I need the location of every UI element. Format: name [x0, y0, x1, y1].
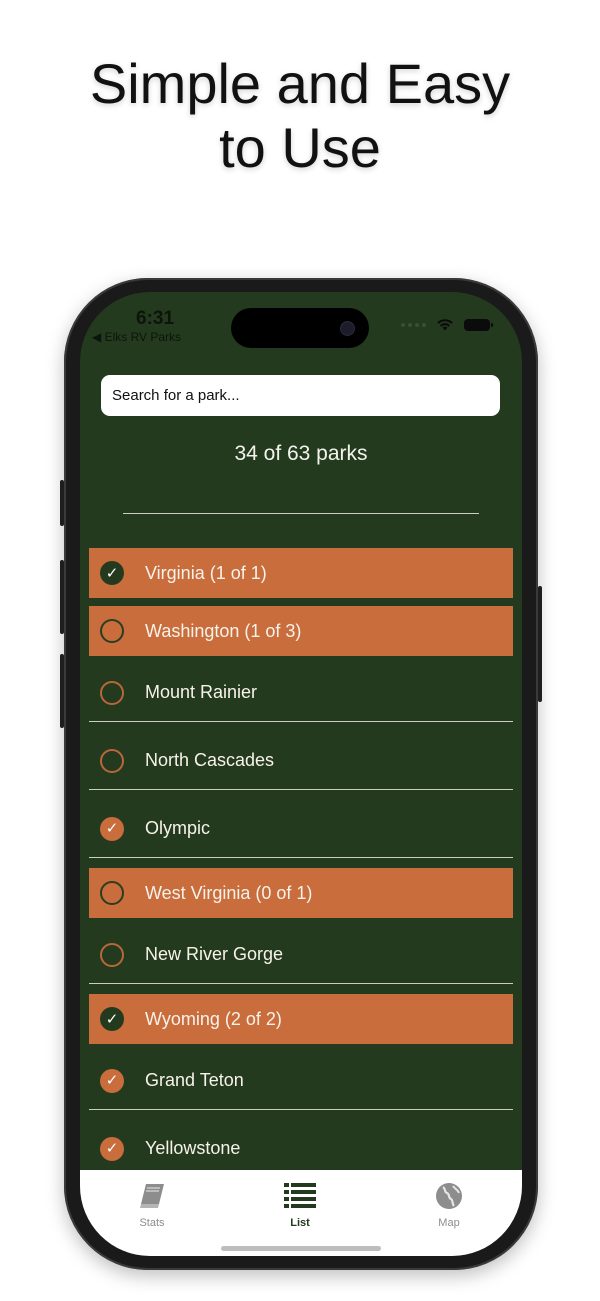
list-icon [284, 1183, 316, 1208]
tab-stats-label: Stats [139, 1217, 165, 1229]
globe-icon [436, 1183, 462, 1209]
unchecked-circle-icon[interactable] [100, 748, 124, 773]
camera-icon [340, 321, 355, 336]
parks-count: 34 of 63 parks [234, 442, 368, 465]
state-row-label: Virginia (1 of 1) [145, 562, 267, 583]
park-row-label: Grand Teton [145, 1070, 244, 1090]
park-row-label: Mount Rainier [145, 682, 258, 702]
tab-map-label: Map [438, 1217, 460, 1229]
park-row-label: North Cascades [145, 750, 275, 770]
tab-list[interactable]: List [260, 1182, 340, 1229]
park-row-label: New River Gorge [145, 944, 284, 964]
headline-line-1: Simple and Easy [89, 52, 511, 115]
battery-icon [464, 318, 493, 331]
state-row[interactable]: West Virginia (0 of 1) [89, 868, 513, 918]
status-time: 6:31 [136, 308, 175, 329]
park-row[interactable]: ✓ Grand Teton [89, 1052, 513, 1110]
park-row[interactable]: ✓ Olympic [89, 800, 513, 858]
volume-up-button [60, 560, 64, 634]
unchecked-circle-icon[interactable] [100, 881, 124, 905]
book-icon [140, 1184, 164, 1208]
park-row[interactable]: North Cascades [89, 732, 513, 790]
volume-down-button [60, 654, 64, 728]
phone-frame: 6:31 ◀ Elks RV Parks 34 of 63 parks ✓ Vir… [60, 278, 542, 1270]
signal-icon [401, 322, 426, 327]
marketing-headline: Simple and Easy to Use [0, 52, 600, 180]
search-input[interactable] [101, 375, 500, 416]
app-screen: 6:31 ◀ Elks RV Parks 34 of 63 parks ✓ Vir… [80, 292, 522, 1256]
power-button [538, 586, 542, 702]
park-row[interactable]: Mount Rainier [89, 664, 513, 722]
state-row[interactable]: Washington (1 of 3) [89, 606, 513, 656]
state-row-label: Washington (1 of 3) [145, 620, 302, 641]
park-row-label: Yellowstone [145, 1138, 241, 1158]
park-list: ✓ Virginia (1 of 1) Washington (1 of 3) Mou… [89, 548, 513, 1188]
tab-bar: Stats List Map [80, 1170, 522, 1256]
unchecked-circle-icon[interactable] [100, 680, 124, 705]
park-row[interactable]: New River Gorge [89, 926, 513, 984]
status-icons [401, 318, 493, 331]
checkmark-icon[interactable]: ✓ [100, 561, 124, 585]
tab-stats[interactable]: Stats [112, 1182, 192, 1229]
action-button [60, 480, 64, 526]
state-row-label: Wyoming (2 of 2) [145, 1008, 282, 1029]
state-row[interactable]: ✓ Wyoming (2 of 2) [89, 994, 513, 1044]
divider [123, 513, 479, 514]
checkmark-icon[interactable]: ✓ [100, 1007, 124, 1031]
home-indicator[interactable] [221, 1246, 381, 1251]
checkmark-icon[interactable]: ✓ [100, 816, 124, 841]
checkmark-icon[interactable]: ✓ [100, 1068, 124, 1093]
park-row-label: Olympic [145, 818, 211, 838]
unchecked-circle-icon[interactable] [100, 942, 124, 967]
tab-map[interactable]: Map [409, 1182, 489, 1229]
tab-list-label: List [290, 1217, 310, 1229]
back-to-app-link[interactable]: ◀ Elks RV Parks [92, 330, 181, 344]
unchecked-circle-icon[interactable] [100, 619, 124, 643]
headline-line-2: to Use [219, 116, 381, 179]
wifi-icon [437, 319, 453, 331]
checkmark-icon[interactable]: ✓ [100, 1136, 124, 1161]
state-row[interactable]: ✓ Virginia (1 of 1) [89, 548, 513, 598]
dynamic-island [231, 308, 369, 348]
state-row-label: West Virginia (0 of 1) [145, 882, 313, 903]
